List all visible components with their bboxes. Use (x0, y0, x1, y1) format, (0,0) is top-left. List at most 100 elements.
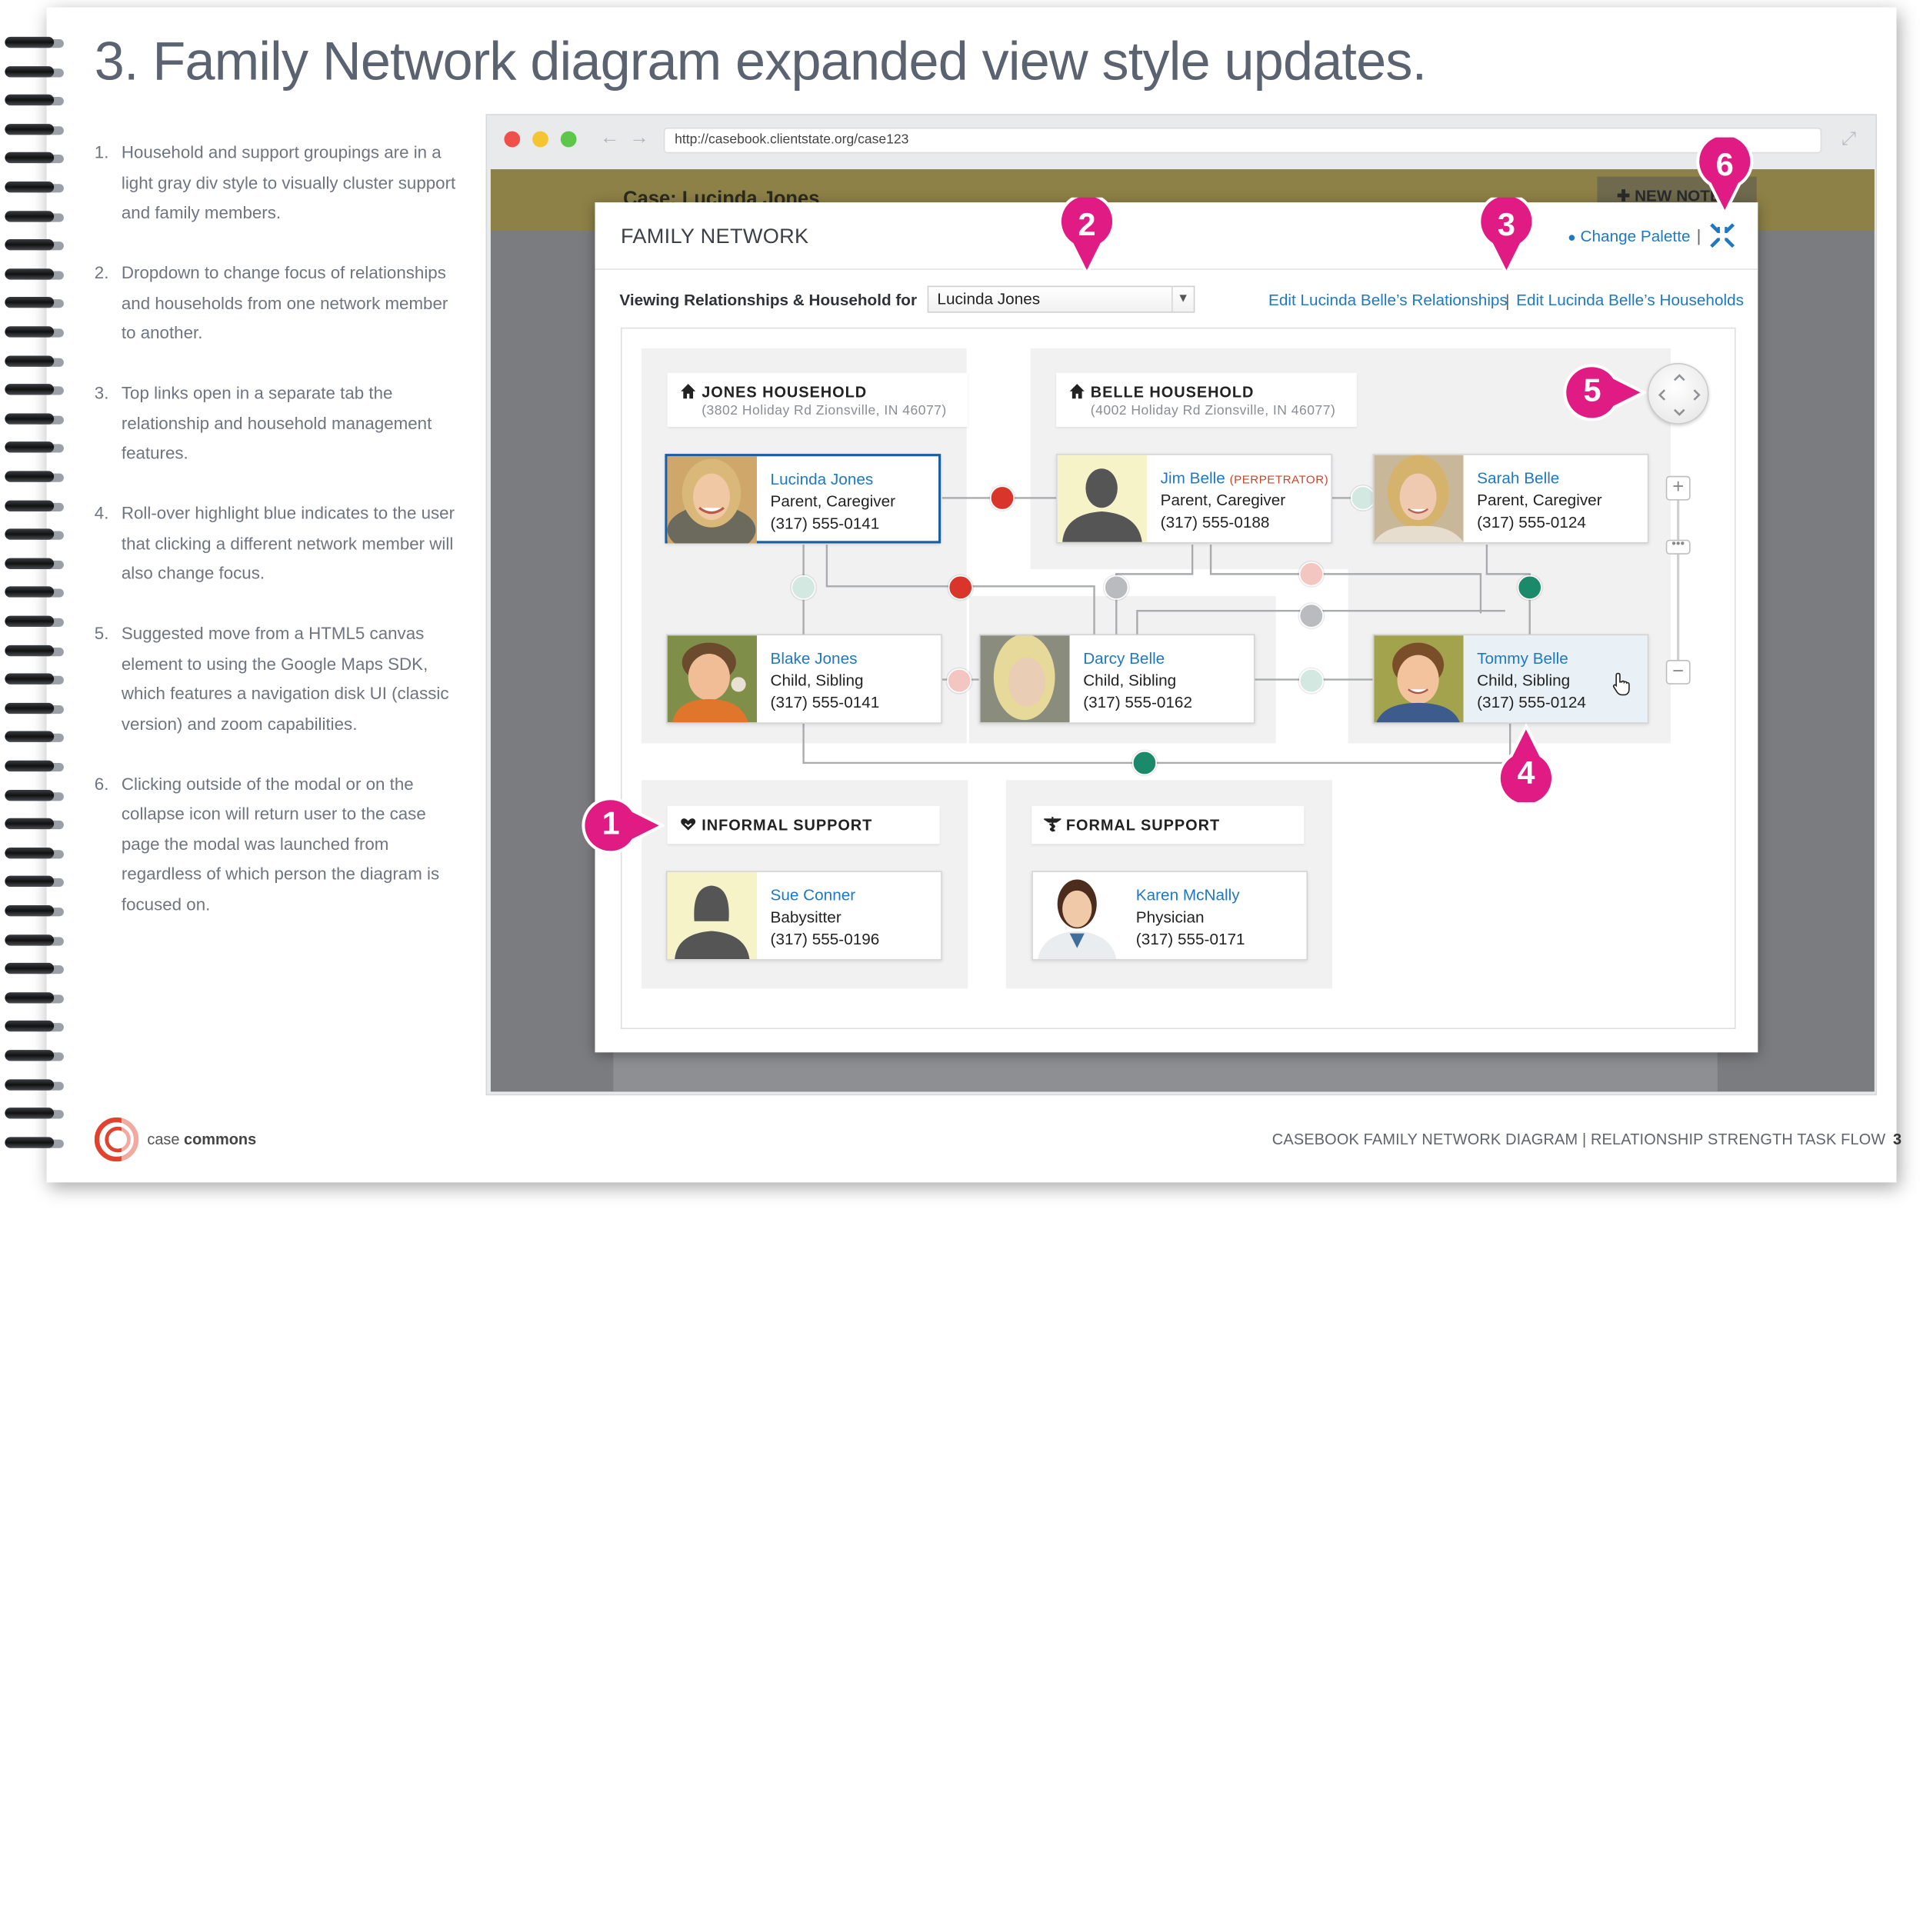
relationship-node[interactable] (1517, 575, 1542, 600)
change-palette-link[interactable]: ● Change Palette (1568, 227, 1690, 245)
spiral-ring (5, 789, 64, 803)
person-card-darcy[interactable]: Darcy Belle Child, Sibling (317) 555-016… (978, 634, 1255, 724)
callout-number: 2 (1078, 205, 1096, 243)
note-text: Household and support groupings are in a… (121, 142, 456, 222)
zoom-out-button[interactable]: − (1665, 660, 1691, 685)
spiral-ring (5, 1078, 64, 1093)
group-title: BELLE HOUSEHOLD (1090, 384, 1255, 401)
edit-households-link[interactable]: Edit Lucinda Belle’s Households (1516, 291, 1744, 309)
note-text: Dropdown to change focus of relationship… (121, 262, 448, 342)
person-name[interactable]: Lucinda Jones (771, 470, 874, 488)
relationship-node[interactable] (1132, 751, 1157, 775)
spiral-ring (5, 876, 64, 890)
person-phone: (317) 555-0141 (770, 514, 880, 533)
callout-number: 3 (1497, 205, 1515, 243)
zoom-track (1677, 488, 1680, 672)
relationship-node[interactable] (791, 575, 816, 600)
person-select[interactable]: Lucinda Jones ▼ (927, 285, 1195, 313)
zoom-slider-handle[interactable]: ••• (1665, 538, 1691, 555)
note-item: 1. Household and support groupings are in… (95, 138, 462, 228)
relationship-node[interactable] (947, 668, 972, 694)
person-card-lucinda[interactable]: Lucinda Jones Parent, Caregiver (317) 55… (665, 454, 942, 544)
spiral-ring (5, 441, 64, 456)
note-text: Clicking outside of the modal or on the … (121, 773, 440, 914)
person-card-sue[interactable]: Sue Conner Babysitter (317) 555-0196 (665, 871, 942, 961)
note-text: Roll-over highlight blue indicates to th… (121, 502, 455, 583)
note-item: 3. Top links open in a separate tab the r… (95, 378, 462, 468)
person-phone: (317) 555-0124 (1477, 693, 1586, 711)
perpetrator-tag: (PERPETRATOR) (1229, 473, 1329, 488)
spiral-ring (5, 615, 64, 630)
family-network-modal: FAMILY NETWORK ● Change Palette | Viewin… (595, 202, 1758, 1053)
person-phone: (317) 555-0162 (1083, 693, 1192, 711)
address-bar[interactable]: http://casebook.clientstate.org/case123 (663, 127, 1822, 154)
relationship-node[interactable] (1104, 575, 1129, 600)
person-name[interactable]: Tommy Belle (1477, 649, 1568, 668)
person-role: Babysitter (770, 908, 842, 927)
person-card-blake[interactable]: Blake Jones Child, Sibling (317) 555-014… (665, 634, 942, 724)
page-number: 3 (1892, 1131, 1902, 1148)
maximize-dot[interactable] (560, 131, 577, 148)
avatar (1374, 635, 1464, 723)
minimize-dot[interactable] (532, 131, 548, 148)
person-card-karen[interactable]: Karen McNally Physician (317) 555-0171 (1031, 871, 1308, 961)
links-separator: | (1505, 290, 1510, 311)
chevron-down-icon: ▼ (1171, 287, 1194, 312)
formal-support-header: FORMAL SUPPORT (1031, 805, 1305, 844)
person-name-text: Jim Belle (1160, 468, 1225, 488)
edit-relationships-link[interactable]: Edit Lucinda Belle’s Relationships (1268, 291, 1508, 309)
close-dot[interactable] (504, 131, 521, 148)
avatar (1374, 455, 1464, 542)
person-card-tommy[interactable]: Tommy Belle Child, Sibling (317) 555-012… (1372, 634, 1649, 724)
note-number: 6. (94, 773, 109, 794)
change-palette-label: Change Palette (1580, 227, 1691, 245)
home-icon (1069, 384, 1085, 399)
person-phone: (317) 555-0124 (1477, 512, 1586, 531)
person-card-jim[interactable]: Jim Belle (PERPETRATOR) Parent, Caregive… (1056, 454, 1332, 544)
relationship-node[interactable] (948, 575, 973, 600)
relationship-node[interactable] (990, 485, 1015, 511)
relationship-node[interactable] (1298, 603, 1324, 628)
header-separator: | (1696, 225, 1701, 245)
person-phone: (317) 555-0141 (770, 693, 880, 711)
spiral-ring (5, 210, 64, 225)
relationship-node[interactable] (1298, 561, 1324, 587)
person-name[interactable]: Karen McNally (1136, 885, 1240, 904)
person-card-sarah[interactable]: Sarah Belle Parent, Caregiver (317) 555-… (1372, 454, 1649, 544)
note-text: Suggested move from a HTML5 canvas eleme… (121, 623, 449, 733)
navigation-disk-icon[interactable] (1647, 363, 1709, 425)
jones-household-header: JONES HOUSEHOLD (3802 Holiday Rd Zionsvi… (667, 372, 968, 427)
relationship-node[interactable] (1298, 668, 1324, 694)
belle-household-header: BELLE HOUSEHOLD (4002 Holiday Rd Zionsvi… (1056, 372, 1357, 427)
network-canvas[interactable]: JONES HOUSEHOLD (3802 Holiday Rd Zionsvi… (620, 327, 1736, 1030)
spiral-ring (5, 268, 64, 282)
collapse-icon[interactable] (1710, 223, 1735, 248)
case-commons-logo (94, 1117, 139, 1168)
person-role: Child, Sibling (1477, 671, 1571, 690)
zoom-in-button[interactable]: + (1665, 475, 1691, 501)
expand-icon[interactable]: ⤢ (1841, 128, 1856, 149)
footer-brand: case commons (147, 1131, 256, 1148)
case-content-block (613, 1052, 1718, 1092)
person-name[interactable]: Darcy Belle (1083, 649, 1165, 668)
spiral-ring (5, 673, 64, 688)
note-item: 4. Roll-over highlight blue indicates to … (95, 498, 462, 588)
spiral-binding (5, 36, 66, 1159)
callout-pin-1: 1 (582, 796, 665, 855)
spiral-ring (5, 528, 64, 543)
note-text: Top links open in a separate tab the rel… (121, 382, 432, 463)
person-name[interactable]: Sue Conner (771, 885, 856, 904)
relationship-node[interactable] (1350, 485, 1375, 511)
callout-pin-5: 5 (1563, 363, 1647, 422)
callout-number: 1 (602, 804, 620, 842)
spiral-ring (5, 1021, 64, 1034)
note-number: 4. (94, 502, 109, 523)
callout-pin-6: 6 (1695, 137, 1755, 216)
person-name[interactable]: Sarah Belle (1477, 468, 1559, 487)
person-name[interactable]: Blake Jones (771, 649, 858, 668)
person-name[interactable]: Jim Belle (PERPETRATOR) (1161, 468, 1328, 487)
callout-pin-2: 2 (1058, 197, 1117, 276)
nav-arrows[interactable]: ←→ (600, 128, 659, 150)
group-title: FORMAL SUPPORT (1065, 817, 1221, 834)
caduceus-icon (1044, 817, 1061, 832)
